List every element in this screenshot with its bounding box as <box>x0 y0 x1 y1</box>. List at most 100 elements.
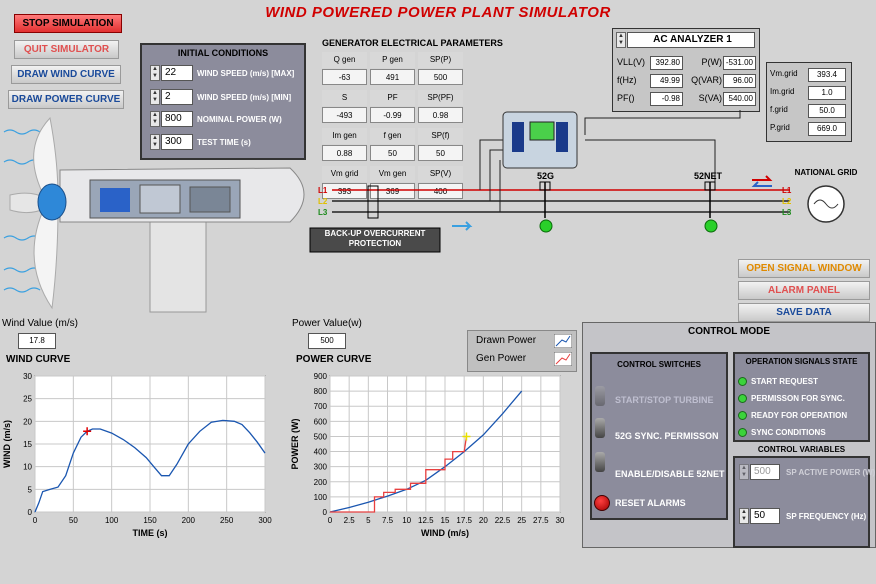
power-value-display: 500 <box>308 333 346 349</box>
y-tick-label: 100 <box>314 493 328 502</box>
draw-power-curve-button[interactable]: DRAW POWER CURVE <box>8 90 124 109</box>
x-axis-label: TIME (s) <box>133 528 168 538</box>
min-wind-input[interactable]: 2 <box>161 89 193 105</box>
ac-label1-0: VLL(V) <box>617 57 646 67</box>
y-tick-label: 0 <box>323 508 328 517</box>
quit-simulator-button[interactable]: QUIT SIMULATOR <box>14 40 119 59</box>
x-tick-label: 300 <box>258 516 272 525</box>
reset-alarms-label: RESET ALARMS <box>615 498 686 508</box>
min-wind-label: WIND SPEED (m/s) [MIN] <box>197 93 292 102</box>
ac-value1-0: 392.80 <box>650 56 683 70</box>
gen-value-0-2: 500 <box>418 69 463 85</box>
y-tick-label: 500 <box>314 432 328 441</box>
alarm-panel-button[interactable]: ALARM PANEL <box>738 281 870 300</box>
power-curve-title: POWER CURVE <box>296 354 372 365</box>
y-tick-label: 700 <box>314 402 328 411</box>
start-stop-turbine-toggle[interactable] <box>595 386 605 406</box>
x-tick-label: 250 <box>220 516 234 525</box>
ac-value1-2: -0.98 <box>650 92 683 106</box>
save-data-button[interactable]: SAVE DATA <box>738 303 870 322</box>
grid-label-1: Im.grid <box>770 87 795 96</box>
sp-power-spinner[interactable]: ▲ ▼ <box>739 464 749 480</box>
rotor-hub-icon <box>37 183 67 221</box>
gen-header-1-2: SP(PF) <box>418 90 463 106</box>
ac-analyzer-title[interactable]: AC ANALYZER 1 <box>627 32 755 48</box>
y-tick-label: 600 <box>314 417 328 426</box>
tower-icon <box>149 219 207 313</box>
grid-value-1: 1.0 <box>808 86 846 100</box>
y-axis-label: POWER (W) <box>290 419 300 470</box>
spinner-max-wind[interactable]: ▲ ▼ <box>150 65 160 81</box>
52g-sync-toggle[interactable] <box>595 418 605 438</box>
breaker-52net-status-lamp <box>704 219 718 233</box>
blade-bottom-icon <box>33 205 59 310</box>
x-tick-label: 27.5 <box>533 516 549 525</box>
x-tick-label: 15 <box>441 516 450 525</box>
spinner-min-wind[interactable]: ▲ ▼ <box>150 89 160 105</box>
gen-header-0-2: SP(P) <box>418 52 463 68</box>
max-wind-input[interactable]: 22 <box>161 65 193 81</box>
y-tick-label: 800 <box>314 387 328 396</box>
grid-phase-l2: L2 <box>782 197 792 206</box>
x-tick-label: 100 <box>105 516 119 525</box>
grid-phase-l3: L3 <box>782 208 792 217</box>
sp-power-input[interactable]: 500 <box>750 464 780 480</box>
national-grid-label: NATIONAL GRID <box>794 168 858 177</box>
ac-label2-0: P(W) <box>701 57 723 67</box>
reset-alarms-button[interactable] <box>594 495 610 511</box>
y-tick-label: 0 <box>28 508 33 517</box>
52net-label: ENABLE/DISABLE 52NET <box>615 469 725 479</box>
control-variables-title: CONTROL VARIABLES <box>757 445 846 454</box>
x-axis-label: WIND (m/s) <box>421 528 469 538</box>
open-signal-window-button[interactable]: OPEN SIGNAL WINDOW <box>738 259 870 278</box>
grid-label-0: Vm.grid <box>770 69 798 78</box>
y-tick-label: 10 <box>23 463 32 472</box>
start-stop-turbine-label: START/STOP TURBINE <box>615 395 714 405</box>
x-tick-label: 7.5 <box>382 516 394 525</box>
protection-label: BACK-UP OVERCURRENT PROTECTION <box>324 229 426 248</box>
y-tick-label: 20 <box>23 417 32 426</box>
y-tick-label: 400 <box>314 448 328 457</box>
control-switches-title: CONTROL SWITCHES <box>617 360 701 369</box>
import-arrow-icon <box>752 175 773 181</box>
sp-power-label: SP ACTIVE POWER (W) <box>786 468 876 477</box>
x-tick-label: 10 <box>402 516 411 525</box>
x-tick-label: 22.5 <box>495 516 511 525</box>
flow-arrow-icon <box>452 221 473 231</box>
y-tick-label: 300 <box>314 463 328 472</box>
x-tick-label: 200 <box>182 516 196 525</box>
grid-phase-l1: L1 <box>782 186 792 195</box>
breaker-52g-label: 52G <box>537 171 554 181</box>
wind-value-display: 17.8 <box>18 333 56 349</box>
stop-simulation-button[interactable]: STOP SIMULATION <box>14 14 122 33</box>
phase-label-l2: L2 <box>318 197 328 206</box>
gen-header-0-0: Q gen <box>322 52 367 68</box>
52net-toggle[interactable] <box>595 452 605 472</box>
grid-value-0: 393.4 <box>808 68 846 82</box>
x-tick-label: 2.5 <box>344 516 356 525</box>
legend-gen-label: Gen Power <box>476 353 527 364</box>
start-request-led <box>738 377 747 386</box>
sp-frequency-spinner[interactable]: ▲ ▼ <box>739 508 749 524</box>
sp-frequency-input[interactable]: 50 <box>750 508 780 524</box>
ac-analyzer-spinner[interactable]: ▲ ▼ <box>616 32 626 48</box>
52g-sync-label: 52G SYNC. PERMISSON <box>615 431 719 441</box>
gen-value-0-1: 491 <box>370 69 415 85</box>
gen-header-1-0: S <box>322 90 367 106</box>
breaker-52g-status-lamp <box>539 219 553 233</box>
x-tick-label: 12.5 <box>418 516 434 525</box>
ac-label2-2: S(VA) <box>698 93 722 103</box>
generator-params-title: GENERATOR ELECTRICAL PARAMETERS <box>322 38 503 48</box>
ac-value2-0: -531.00 <box>723 56 756 70</box>
ac-label2-1: Q(VAR) <box>691 75 722 85</box>
ready-operation-label: READY FOR OPERATION <box>751 411 848 420</box>
gen-header-1-1: PF <box>370 90 415 106</box>
max-wind-label: WIND SPEED (m/s) [MAX] <box>197 69 295 78</box>
y-tick-label: 200 <box>314 478 328 487</box>
breaker-52net-label: 52NET <box>694 171 723 181</box>
ac-value2-2: 540.00 <box>723 92 756 106</box>
wind-curve-chart: 0 50 100 150 200 250 300 0 5 10 15 20 25 30 TIME (s) WI… <box>2 372 272 538</box>
draw-wind-curve-button[interactable]: DRAW WIND CURVE <box>11 65 121 84</box>
power-curve-chart: 0 2.5 5 7.5 10 12.5 15 17.5 20 22.5 25 27.5 30010020… <box>290 372 565 538</box>
control-mode-title: CONTROL MODE <box>687 326 771 337</box>
